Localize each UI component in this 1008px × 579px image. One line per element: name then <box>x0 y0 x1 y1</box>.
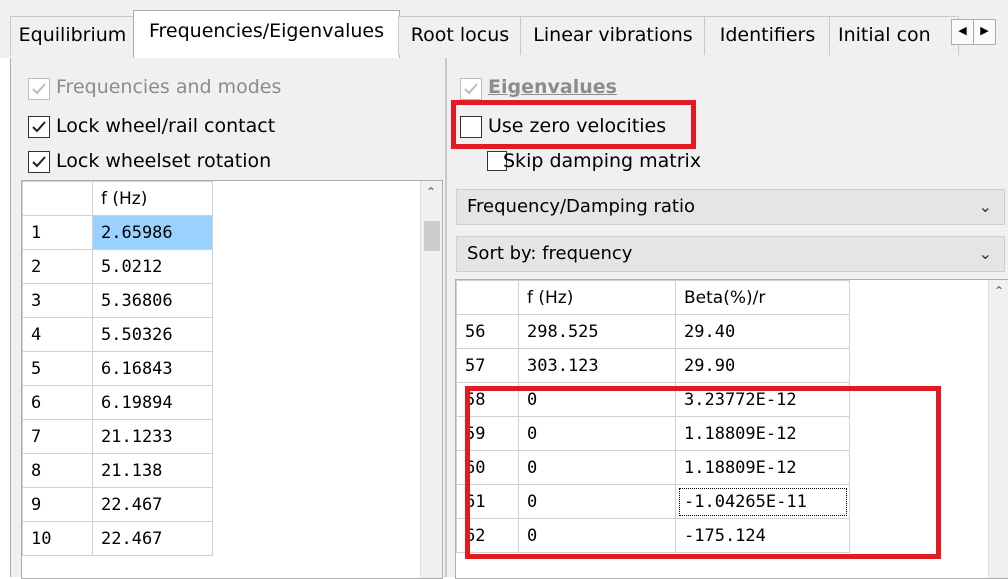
table-row[interactable]: 9 22.467 <box>22 487 213 522</box>
frequency-cell[interactable]: 5.36806 <box>92 283 213 318</box>
grid-corner <box>456 280 519 315</box>
table-row[interactable]: 2 5.0212 <box>22 249 213 284</box>
lock-wheel-rail-contact-label: Lock wheel/rail contact <box>56 115 276 137</box>
row-index: 7 <box>22 419 93 454</box>
tab-linear-vibrations[interactable]: Linear vibrations <box>520 16 706 55</box>
tab-initial-conditions[interactable]: Initial con <box>829 16 959 55</box>
frequency-cell[interactable]: 22.467 <box>92 487 213 522</box>
row-index: 57 <box>456 348 519 383</box>
frequency-cell[interactable]: 5.50326 <box>92 317 213 352</box>
frequency-cell[interactable]: 298.525 <box>518 314 676 349</box>
frequency-cell[interactable]: 6.19894 <box>92 385 213 420</box>
frequencies-modes-label: Frequencies and modes <box>56 76 282 98</box>
frequency-cell[interactable]: 5.0212 <box>92 249 213 284</box>
eigenvalues-label: Eigenvalues <box>488 76 617 98</box>
table-row[interactable]: 4 5.50326 <box>22 317 213 352</box>
row-index: 2 <box>22 249 93 284</box>
beta-cell[interactable]: 29.40 <box>675 314 850 349</box>
highlight-box-zero-frequency-rows <box>465 386 941 559</box>
frequencies-grid[interactable]: f (Hz) 1 2.65986 2 5.0212 3 5.36806 4 5.5032… <box>21 180 443 579</box>
tab-root-locus[interactable]: Root locus <box>398 16 522 55</box>
frequency-cell[interactable]: 6.16843 <box>92 351 213 386</box>
tab-equilibrium[interactable]: Equilibrium <box>10 16 135 55</box>
right-grid-scrollbar[interactable]: ⌃ <box>988 280 1008 578</box>
frequencies-modes-checkbox[interactable] <box>28 78 50 100</box>
table-row[interactable]: 57 303.123 29.90 <box>456 348 850 383</box>
frequency-cell[interactable]: 21.138 <box>92 453 213 488</box>
left-grid-scrollbar[interactable]: ⌃ <box>420 181 442 578</box>
table-row[interactable]: 10 22.467 <box>22 521 213 556</box>
chevron-down-icon: ⌄ <box>978 244 992 263</box>
table-row[interactable]: 56 298.525 29.40 <box>456 314 850 349</box>
display-mode-dropdown[interactable]: Frequency/Damping ratio ⌄ <box>456 189 1005 225</box>
pane-splitter[interactable] <box>445 58 447 577</box>
skip-damping-matrix-label: Skip damping matrix <box>503 150 702 172</box>
grid-header-f-hz: f (Hz) <box>92 181 213 216</box>
display-mode-value: Frequency/Damping ratio <box>467 196 695 217</box>
table-row[interactable]: 5 6.16843 <box>22 351 213 386</box>
frequency-cell[interactable]: 22.467 <box>92 521 213 556</box>
table-row[interactable]: 3 5.36806 <box>22 283 213 318</box>
frequency-cell[interactable]: 21.1233 <box>92 419 213 454</box>
eigenvalues-checkbox[interactable] <box>460 78 482 100</box>
row-index: 56 <box>456 314 519 349</box>
table-row[interactable]: 8 21.138 <box>22 453 213 488</box>
table-row[interactable]: 7 21.1233 <box>22 419 213 454</box>
row-index: 3 <box>22 283 93 318</box>
arrow-left-icon[interactable]: ◀ <box>951 19 974 45</box>
scrollbar-thumb[interactable] <box>424 221 440 251</box>
row-index: 10 <box>22 521 93 556</box>
grid-header-f-hz: f (Hz) <box>518 280 676 315</box>
lock-wheel-rail-contact-checkbox[interactable] <box>28 116 50 138</box>
frequency-cell[interactable]: 303.123 <box>518 348 676 383</box>
arrow-right-icon[interactable]: ▶ <box>973 19 996 45</box>
highlight-box-zero-velocities <box>451 100 696 149</box>
tab-frequencies-eigenvalues[interactable]: Frequencies/Eigenvalues <box>133 10 400 60</box>
grid-corner <box>22 181 93 216</box>
scroll-up-icon[interactable]: ⌃ <box>426 185 436 199</box>
row-index: 6 <box>22 385 93 420</box>
tab-identifiers[interactable]: Identifiers <box>704 16 831 55</box>
grid-header-beta: Beta(%)/r <box>675 280 850 315</box>
row-index: 8 <box>22 453 93 488</box>
selected-cell[interactable]: 2.65986 <box>92 215 213 250</box>
lock-wheelset-rotation-checkbox[interactable] <box>28 151 50 173</box>
table-row[interactable]: 1 2.65986 <box>22 215 213 250</box>
row-index: 9 <box>22 487 93 522</box>
row-index: 4 <box>22 317 93 352</box>
beta-cell[interactable]: 29.90 <box>675 348 850 383</box>
scroll-up-icon[interactable]: ⌃ <box>994 284 1004 298</box>
table-row[interactable]: 6 6.19894 <box>22 385 213 420</box>
lock-wheelset-rotation-label: Lock wheelset rotation <box>56 150 272 172</box>
chevron-down-icon: ⌄ <box>978 197 992 216</box>
sort-value: Sort by: frequency <box>467 243 633 264</box>
sort-dropdown[interactable]: Sort by: frequency ⌄ <box>456 236 1005 272</box>
tab-strip: Equilibrium Frequencies/Eigenvalues Root… <box>0 0 1008 60</box>
row-index: 5 <box>22 351 93 386</box>
tab-content-panel: Frequencies and modes Lock wheel/rail co… <box>10 58 1008 579</box>
row-index: 1 <box>22 215 93 250</box>
